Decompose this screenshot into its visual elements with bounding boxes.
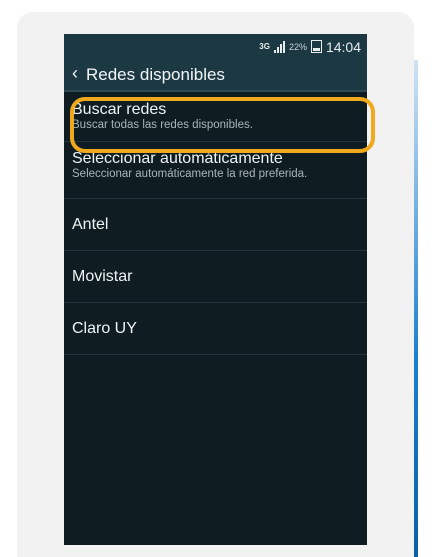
network-name: Movistar — [72, 267, 133, 285]
card-accent-edge — [414, 60, 418, 557]
list-item-network[interactable]: Antel — [64, 199, 367, 251]
highlight-outline — [70, 97, 375, 153]
network-type-indicator: 3G — [259, 41, 270, 51]
clock: 14:04 — [325, 38, 361, 55]
status-bar: 3G 22% 14:04 — [64, 34, 367, 59]
list-item-description: Seleccionar automáticamente la red prefe… — [72, 168, 308, 180]
network-name: Claro UY — [72, 319, 137, 337]
list-item-network[interactable]: Claro UY — [64, 303, 367, 355]
battery-icon — [310, 40, 322, 53]
chevron-left-icon[interactable]: ‹ — [72, 63, 78, 84]
action-bar: ‹ Redes disponibles — [64, 59, 367, 92]
list-item-network[interactable]: Movistar — [64, 251, 367, 303]
battery-percent: 22% — [288, 41, 307, 52]
signal-strength-icon — [273, 40, 285, 53]
page-title: Redes disponibles — [86, 64, 225, 84]
network-name: Antel — [72, 215, 109, 233]
